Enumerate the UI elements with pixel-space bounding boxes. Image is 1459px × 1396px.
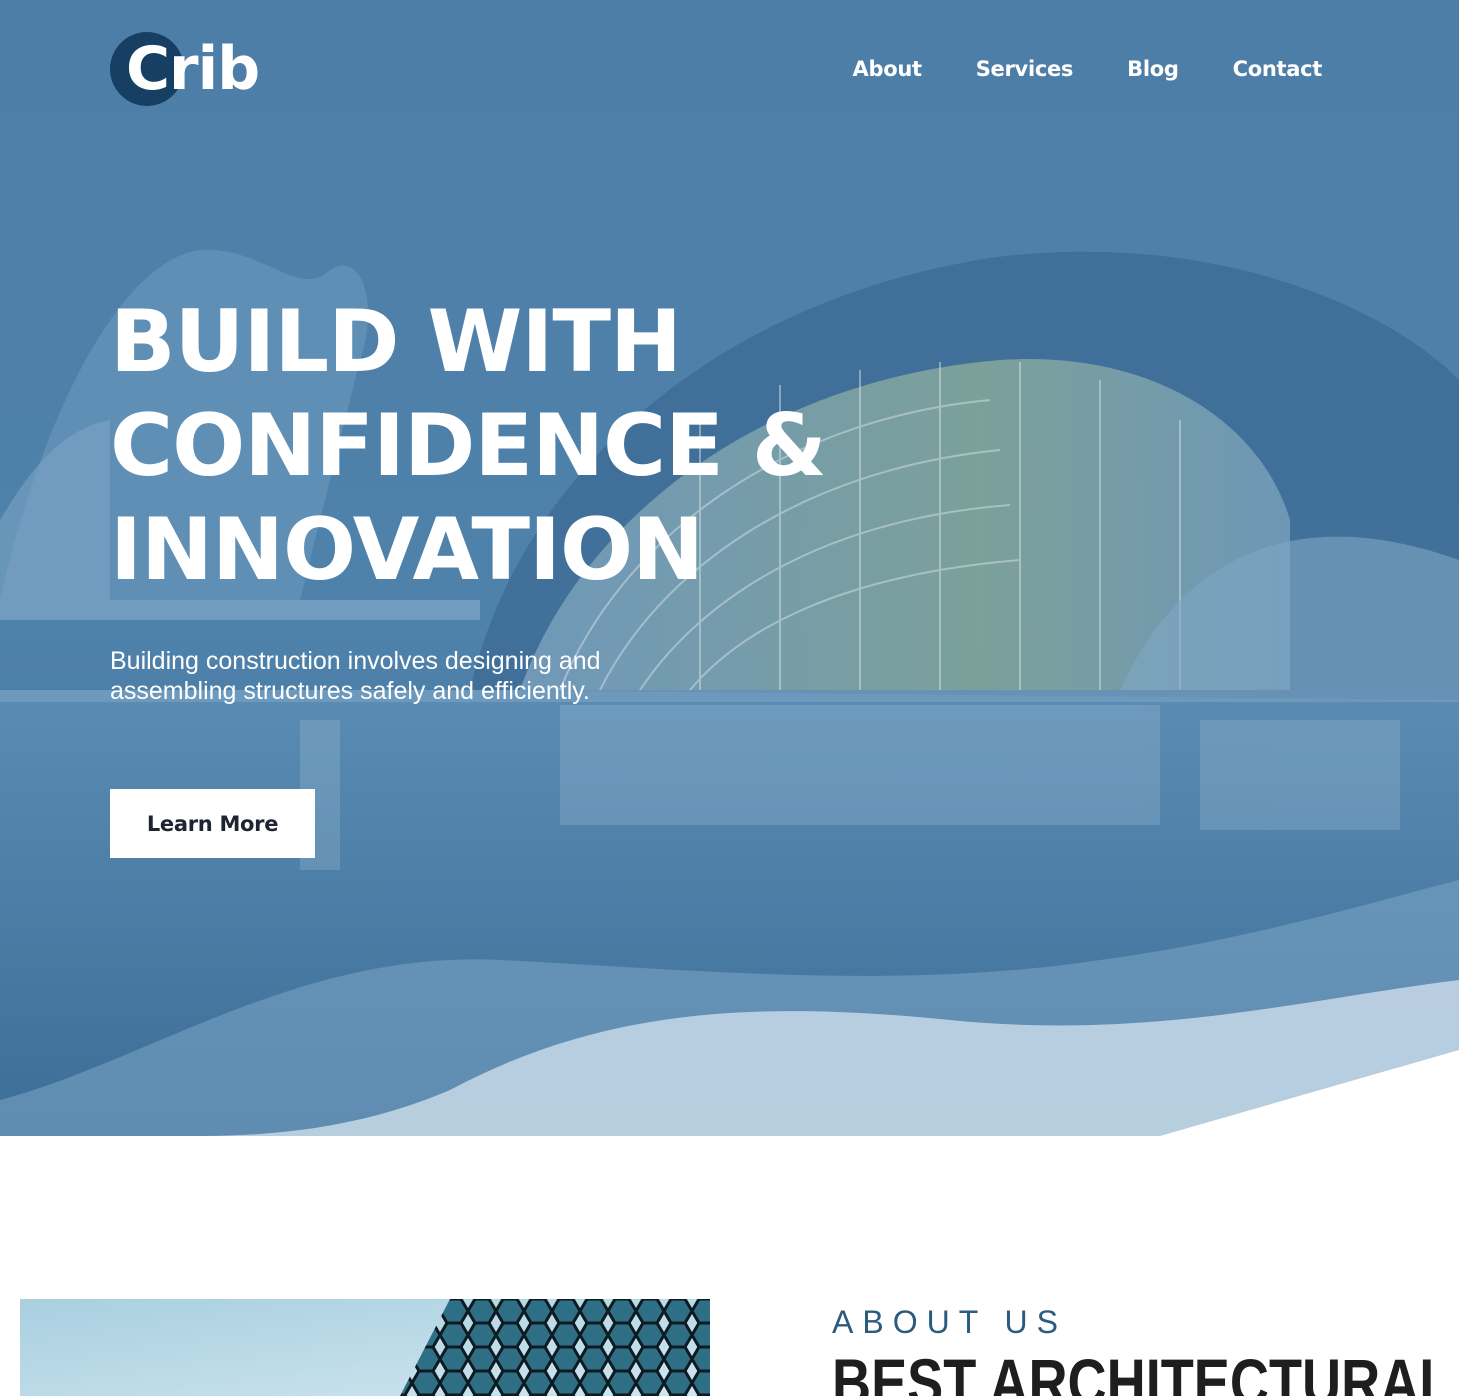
about-label: ABOUT US <box>832 1304 1067 1340</box>
about-title: BEST ARCHITECTURAL <box>832 1345 1453 1396</box>
hero-section: Crib About Services Blog Contact BUILD W… <box>0 0 1459 1136</box>
nav-contact[interactable]: Contact <box>1233 52 1323 86</box>
nav-blog[interactable]: Blog <box>1127 52 1179 86</box>
nav-services[interactable]: Services <box>976 52 1074 86</box>
hero-headline-line-2: CONFIDENCE & <box>110 396 827 496</box>
brand-name: Crib <box>126 34 260 104</box>
brand-logo[interactable]: Crib <box>110 32 260 106</box>
about-image <box>20 1299 710 1396</box>
hero-subtext: Building construction involves designing… <box>110 647 601 705</box>
learn-more-button[interactable]: Learn More <box>110 789 315 858</box>
hero-headline: BUILD WITH CONFIDENCE & INNOVATION <box>110 290 870 602</box>
hero-headline-line-1: BUILD WITH <box>110 292 682 392</box>
main-nav: About Services Blog Contact <box>853 52 1323 86</box>
hero-headline-line-3: INNOVATION <box>110 500 704 600</box>
nav-about[interactable]: About <box>853 52 923 86</box>
